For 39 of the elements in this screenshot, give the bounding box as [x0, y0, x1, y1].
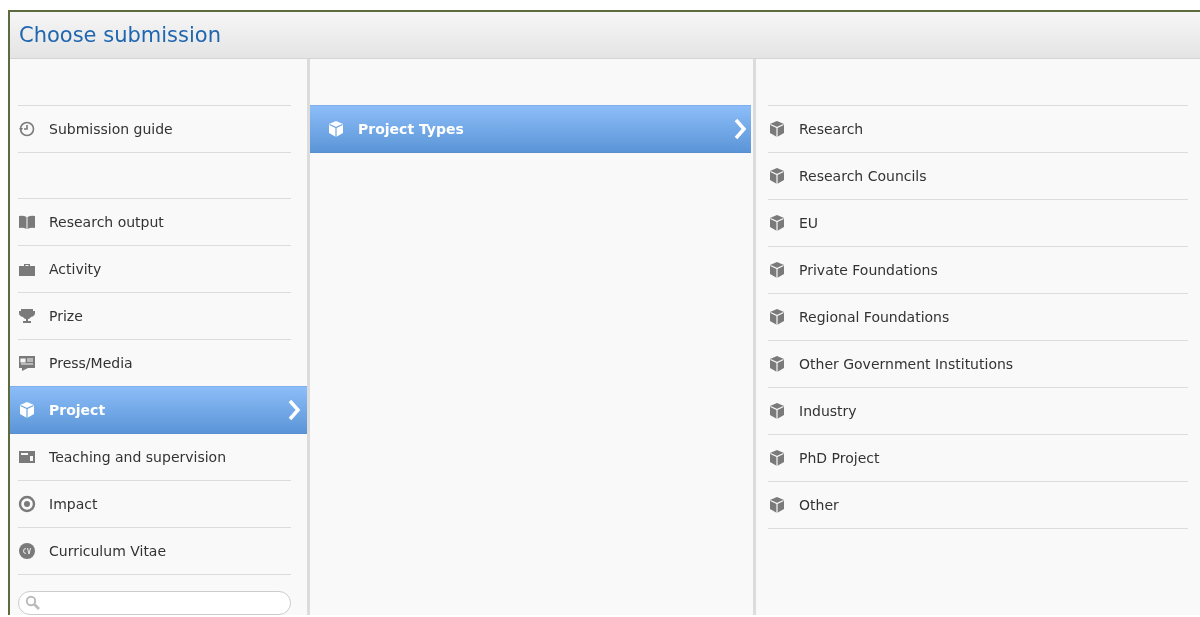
sidebar-item[interactable]: Teaching and supervision [18, 434, 291, 481]
cube-icon [768, 120, 786, 138]
list-item[interactable]: Private Foundations [768, 247, 1188, 294]
clock-icon [18, 120, 36, 138]
list-item[interactable]: Research Councils [768, 153, 1188, 200]
list-item[interactable]: EU [768, 200, 1188, 247]
trophy-icon [18, 307, 36, 325]
book-icon [18, 213, 36, 231]
cube-icon [327, 120, 345, 138]
cube-icon [768, 402, 786, 420]
list-item[interactable]: Other [768, 482, 1188, 529]
sidebar-item[interactable]: Research output [18, 199, 291, 246]
cube-icon [768, 261, 786, 279]
sidebar-item[interactable]: Prize [18, 293, 291, 340]
sidebar-item[interactable]: Submission guide [18, 106, 291, 153]
list-item[interactable]: Research [768, 106, 1188, 153]
cube-icon [768, 449, 786, 467]
news-icon [18, 354, 36, 372]
cv-icon [18, 542, 36, 560]
chevron-icon [287, 399, 301, 421]
target-icon [18, 495, 36, 513]
cube-icon [768, 308, 786, 326]
list-item[interactable]: Other Government Institutions [768, 341, 1188, 388]
cube-icon [768, 167, 786, 185]
list-item[interactable]: PhD Project [768, 435, 1188, 482]
sidebar-item[interactable]: Curriculum Vitae [18, 528, 291, 575]
search-field[interactable] [18, 591, 291, 615]
cube-icon [768, 355, 786, 373]
chevron-icon [733, 118, 747, 140]
search-icon [25, 595, 41, 611]
window-title: Choose submission [19, 23, 221, 47]
cube-icon [768, 496, 786, 514]
sidebar-item[interactable]: Impact [18, 481, 291, 528]
cube-icon [768, 214, 786, 232]
cube-icon [18, 401, 36, 419]
sidebar-item[interactable]: Activity [18, 246, 291, 293]
list-item[interactable]: Regional Foundations [768, 294, 1188, 341]
board-icon [18, 448, 36, 466]
list-item[interactable]: Industry [768, 388, 1188, 435]
